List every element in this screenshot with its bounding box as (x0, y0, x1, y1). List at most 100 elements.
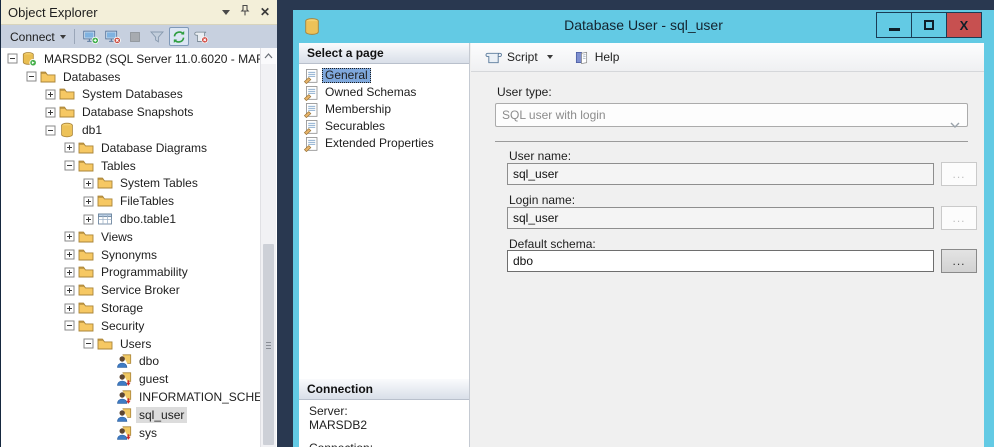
default-schema-field[interactable]: dbo (507, 250, 934, 272)
disconnect-button[interactable] (103, 27, 123, 46)
tree-item-db1[interactable]: db1 (1, 121, 260, 139)
expand-icon[interactable] (64, 285, 75, 296)
expand-icon[interactable] (64, 267, 75, 278)
maximize-button[interactable] (911, 12, 947, 38)
refresh-button[interactable] (169, 27, 189, 46)
object-explorer-toolbar: Connect (1, 25, 277, 48)
tree-item-users[interactable]: Users (1, 335, 260, 353)
select-a-page-header: Select a page (299, 43, 469, 64)
tree-item-label: sys (136, 425, 160, 441)
page-item-owned-schemas[interactable]: Owned Schemas (299, 84, 469, 101)
object-explorer-panel: Object Explorer ✕ Connect MARSDB2 (SQL S… (0, 0, 277, 447)
scrollbar-thumb[interactable] (263, 244, 274, 445)
minimize-button[interactable] (876, 12, 912, 38)
user-icon (116, 353, 132, 369)
expand-icon[interactable] (64, 249, 75, 260)
folder-icon (78, 318, 94, 334)
tree-item-system-databases[interactable]: System Databases (1, 86, 260, 104)
tree-item-database-diagrams[interactable]: Database Diagrams (1, 139, 260, 157)
tree-item-label: Databases (60, 69, 123, 85)
collapse-icon[interactable] (64, 320, 75, 331)
close-button[interactable]: X (946, 12, 982, 38)
stop-button[interactable] (125, 27, 145, 46)
filter-button[interactable] (147, 27, 167, 46)
tree-item-label: System Databases (79, 86, 186, 102)
tree-item-security[interactable]: Security (1, 317, 260, 335)
tree-item-databases[interactable]: Databases (1, 68, 260, 86)
scrollbar-up-icon[interactable] (261, 48, 276, 64)
tree-item-label: guest (136, 371, 171, 387)
script-button[interactable]: Script (480, 47, 562, 68)
expand-icon[interactable] (64, 231, 75, 242)
tree-item-label: db1 (79, 122, 105, 138)
connect-label: Connect (10, 30, 55, 44)
login-name-browse-button[interactable]: ... (941, 206, 977, 230)
folder-icon (97, 336, 113, 352)
pin-icon[interactable] (239, 4, 251, 20)
tree-item-label: FileTables (117, 193, 177, 209)
scroll-x-icon (193, 29, 209, 45)
page-item-membership[interactable]: Membership (299, 101, 469, 118)
tree-item-dbo[interactable]: dbo (1, 353, 260, 371)
default-schema-browse-button[interactable]: ... (941, 249, 977, 273)
expand-icon[interactable] (45, 89, 56, 100)
help-button[interactable]: Help (568, 47, 625, 68)
expand-icon[interactable] (83, 178, 94, 189)
tree-item-filetables[interactable]: FileTables (1, 192, 260, 210)
login-name-field[interactable]: sql_user (507, 207, 934, 229)
collapse-icon[interactable] (83, 338, 94, 349)
user-name-label: User name: (509, 149, 571, 163)
tree-item-system-tables[interactable]: System Tables (1, 175, 260, 193)
page-item-extended-properties[interactable]: Extended Properties (299, 135, 469, 152)
user-name-browse-button[interactable]: ... (941, 162, 977, 186)
user-type-select[interactable]: SQL user with login (495, 103, 968, 127)
expand-icon[interactable] (83, 196, 94, 207)
minimize-icon (889, 28, 900, 31)
page-item-label: Owned Schemas (322, 85, 419, 100)
expand-icon[interactable] (64, 142, 75, 153)
user-disabled-icon (116, 371, 132, 387)
tree-item-sys[interactable]: sys (1, 424, 260, 442)
tree-item-storage[interactable]: Storage (1, 299, 260, 317)
tree-item-dbo-table1[interactable]: dbo.table1 (1, 210, 260, 228)
tree-scrollbar[interactable] (260, 48, 276, 447)
tree-item-views[interactable]: Views (1, 228, 260, 246)
tree-item-label: Synonyms (98, 247, 160, 263)
user-name-field[interactable]: sql_user (507, 163, 934, 185)
tree-item-label: System Tables (117, 175, 201, 191)
collapse-icon[interactable] (26, 71, 37, 82)
connect-button[interactable]: Connect (6, 28, 70, 46)
collapse-icon[interactable] (45, 125, 56, 136)
tree-item-service-broker[interactable]: Service Broker (1, 281, 260, 299)
tree-item-synonyms[interactable]: Synonyms (1, 246, 260, 264)
collapse-icon[interactable] (7, 53, 18, 64)
tree-item-label: sql_user (136, 407, 187, 423)
tree-item-programmability[interactable]: Programmability (1, 264, 260, 282)
dialog-toolbar: Script Help (471, 43, 984, 72)
connect-server-button[interactable] (81, 27, 101, 46)
folder-icon (59, 104, 75, 120)
tree-item-label: Database Diagrams (98, 140, 210, 156)
help-book-icon (573, 50, 590, 65)
page-item-securables[interactable]: Securables (299, 118, 469, 135)
tree-item-marsdb2-sql-server-11-0-6020-marsd[interactable]: MARSDB2 (SQL Server 11.0.6020 - MARSD (1, 50, 260, 68)
page-item-label: Securables (322, 119, 388, 134)
window-position-menu-icon[interactable] (222, 10, 230, 15)
tree-item-database-snapshots[interactable]: Database Snapshots (1, 103, 260, 121)
script-error-button[interactable] (191, 27, 211, 46)
tree-item-guest[interactable]: guest (1, 370, 260, 388)
user-icon (116, 407, 132, 423)
server-label: Server: (309, 404, 348, 418)
close-panel-icon[interactable]: ✕ (260, 6, 270, 18)
dialog-titlebar[interactable]: Database User - sql_user X (293, 10, 994, 43)
separator (495, 141, 968, 142)
expand-icon[interactable] (83, 214, 94, 225)
collapse-icon[interactable] (64, 160, 75, 171)
page-item-general[interactable]: General (299, 67, 469, 84)
tree-item-information-schem[interactable]: INFORMATION_SCHEM (1, 388, 260, 406)
expand-icon[interactable] (64, 303, 75, 314)
expand-icon[interactable] (45, 107, 56, 118)
tree-item-label: MARSDB2 (SQL Server 11.0.6020 - MARSD (41, 51, 260, 67)
tree-item-tables[interactable]: Tables (1, 157, 260, 175)
tree-item-sql-user[interactable]: sql_user (1, 406, 260, 424)
